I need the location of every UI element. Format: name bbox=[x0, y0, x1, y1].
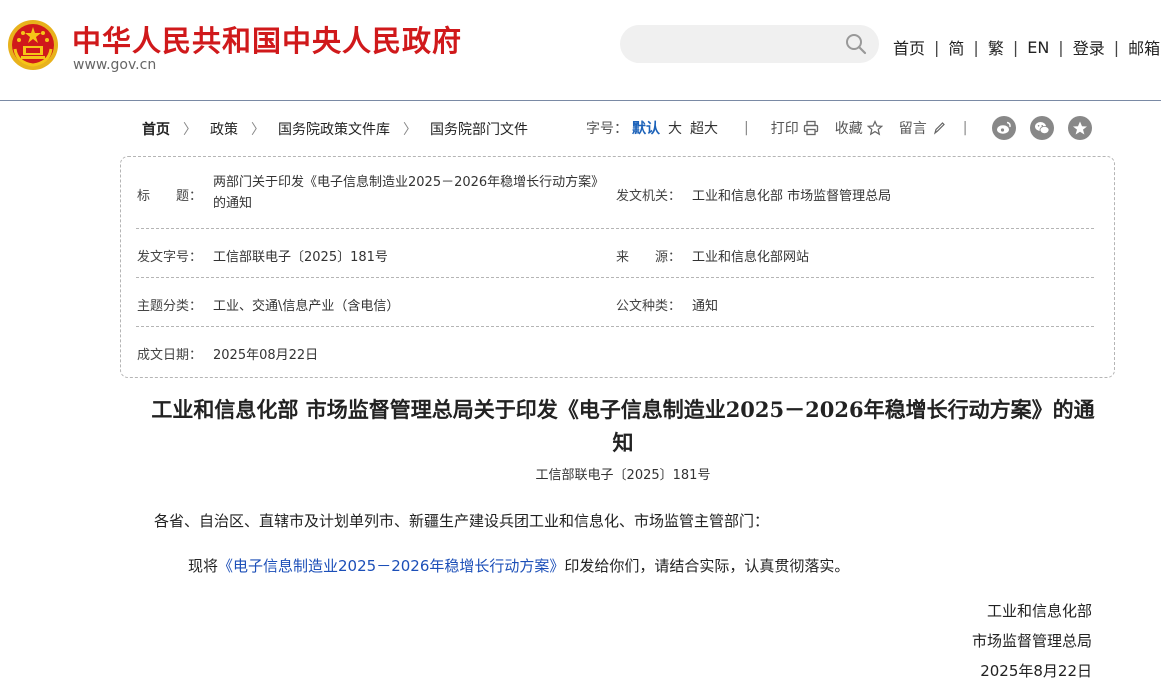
printer-icon bbox=[803, 120, 819, 136]
top-nav: 首页 | 简 | 繁 | EN | 登录 | 邮箱 bbox=[893, 35, 1160, 59]
body-text-prefix: 现将 bbox=[188, 557, 219, 575]
info-divider bbox=[136, 326, 1094, 327]
chevron-right-icon: 〉 bbox=[251, 122, 265, 138]
title-label: 标 题： bbox=[137, 189, 203, 204]
nav-divider: | bbox=[973, 37, 979, 57]
doc-type-label: 公文种类： bbox=[616, 299, 682, 314]
national-emblem-icon bbox=[7, 19, 59, 71]
font-size-default[interactable]: 默认 bbox=[632, 118, 660, 138]
info-divider bbox=[136, 228, 1094, 229]
date-value: 2025年08月22日 bbox=[213, 348, 319, 363]
font-size-large[interactable]: 大 bbox=[668, 118, 682, 138]
nav-divider: | bbox=[1012, 37, 1019, 57]
nav-traditional[interactable]: 繁 bbox=[988, 35, 1004, 59]
nav-mailbox[interactable]: 邮箱 bbox=[1128, 35, 1160, 59]
pencil-icon bbox=[931, 120, 947, 136]
action-plan-link[interactable]: 《电子信息制造业2025－2026年稳增长行动方案》 bbox=[218, 557, 564, 575]
header-divider bbox=[0, 100, 1161, 101]
breadcrumb-policy[interactable]: 政策 bbox=[210, 119, 238, 139]
article-title: 工业和信息化部 市场监督管理总局关于印发《电子信息制造业2025－2026年稳增… bbox=[151, 397, 1095, 455]
breadcrumb-home[interactable]: 首页 bbox=[142, 119, 170, 139]
site-title[interactable]: 中华人民共和国中央人民政府 bbox=[72, 18, 462, 60]
nav-home[interactable]: 首页 bbox=[893, 35, 925, 59]
weibo-share-icon[interactable] bbox=[992, 116, 1016, 140]
search-icon[interactable] bbox=[845, 33, 867, 55]
issuer-label: 发文机关： bbox=[616, 189, 682, 204]
search-input[interactable] bbox=[620, 25, 879, 63]
article-tools: 字号： 默认 大 超大 | 打印 收藏 留言 | bbox=[586, 118, 967, 138]
chevron-right-icon: 〉 bbox=[403, 122, 417, 138]
nav-english[interactable]: EN bbox=[1027, 38, 1049, 57]
tools-divider: | bbox=[744, 120, 749, 136]
star-icon bbox=[866, 120, 884, 136]
doc-number-label: 发文字号： bbox=[137, 250, 203, 265]
tools-divider: | bbox=[962, 120, 968, 136]
chevron-right-icon: 〉 bbox=[183, 122, 197, 138]
article-doc-number: 工信部联电子〔2025〕181号 bbox=[535, 468, 711, 483]
doc-type-value: 通知 bbox=[692, 299, 719, 314]
wechat-share-icon[interactable] bbox=[1030, 116, 1054, 140]
print-label: 打印 bbox=[770, 121, 799, 137]
date-label: 成文日期： bbox=[137, 348, 203, 363]
body-text-suffix: 印发给你们，请结合实际，认真贯彻落实。 bbox=[564, 557, 850, 575]
comment-button[interactable]: 留言 bbox=[899, 118, 947, 138]
qzone-share-icon[interactable] bbox=[1068, 116, 1092, 140]
signatory-miit: 工业和信息化部 bbox=[986, 602, 1092, 620]
info-divider bbox=[136, 277, 1094, 278]
favorite-button[interactable]: 收藏 bbox=[834, 118, 884, 138]
sign-date: 2025年8月22日 bbox=[980, 662, 1092, 680]
nav-divider: | bbox=[1058, 37, 1064, 57]
breadcrumb-policy-library[interactable]: 国务院政策文件库 bbox=[278, 119, 390, 139]
font-size-xlarge[interactable]: 超大 bbox=[690, 118, 718, 138]
favorite-label: 收藏 bbox=[834, 121, 863, 137]
topic-label: 主题分类： bbox=[137, 299, 203, 314]
signatory-samr: 市场监督管理总局 bbox=[971, 632, 1092, 650]
nav-simplified[interactable]: 简 bbox=[948, 35, 964, 59]
article-body: 现将《电子信息制造业2025－2026年稳增长行动方案》印发给你们，请结合实际，… bbox=[188, 555, 849, 576]
font-size-label: 字号： bbox=[586, 121, 628, 137]
source-label: 来 源： bbox=[616, 250, 682, 265]
source-value: 工业和信息化部网站 bbox=[692, 250, 810, 265]
site-url[interactable]: www.gov.cn bbox=[73, 57, 156, 73]
breadcrumb: 首页 〉 政策 〉 国务院政策文件库 〉 国务院部门文件 bbox=[142, 119, 528, 139]
nav-divider: | bbox=[1113, 37, 1120, 57]
title-value: 两部门关于印发《电子信息制造业2025－2026年稳增长行动方案》的通知 bbox=[213, 175, 598, 211]
issuer-value: 工业和信息化部 市场监督管理总局 bbox=[692, 189, 892, 204]
breadcrumb-dept-documents[interactable]: 国务院部门文件 bbox=[430, 119, 528, 139]
nav-login[interactable]: 登录 bbox=[1073, 35, 1105, 59]
topic-value: 工业、交通\信息产业（含电信） bbox=[213, 299, 400, 314]
comment-label: 留言 bbox=[898, 121, 927, 137]
print-button[interactable]: 打印 bbox=[771, 118, 819, 138]
article-salutation: 各省、自治区、直辖市及计划单列市、新疆生产建设兵团工业和信息化、市场监管主管部门… bbox=[154, 512, 770, 530]
doc-number-value: 工信部联电子〔2025〕181号 bbox=[213, 250, 388, 265]
nav-divider: | bbox=[934, 37, 940, 57]
